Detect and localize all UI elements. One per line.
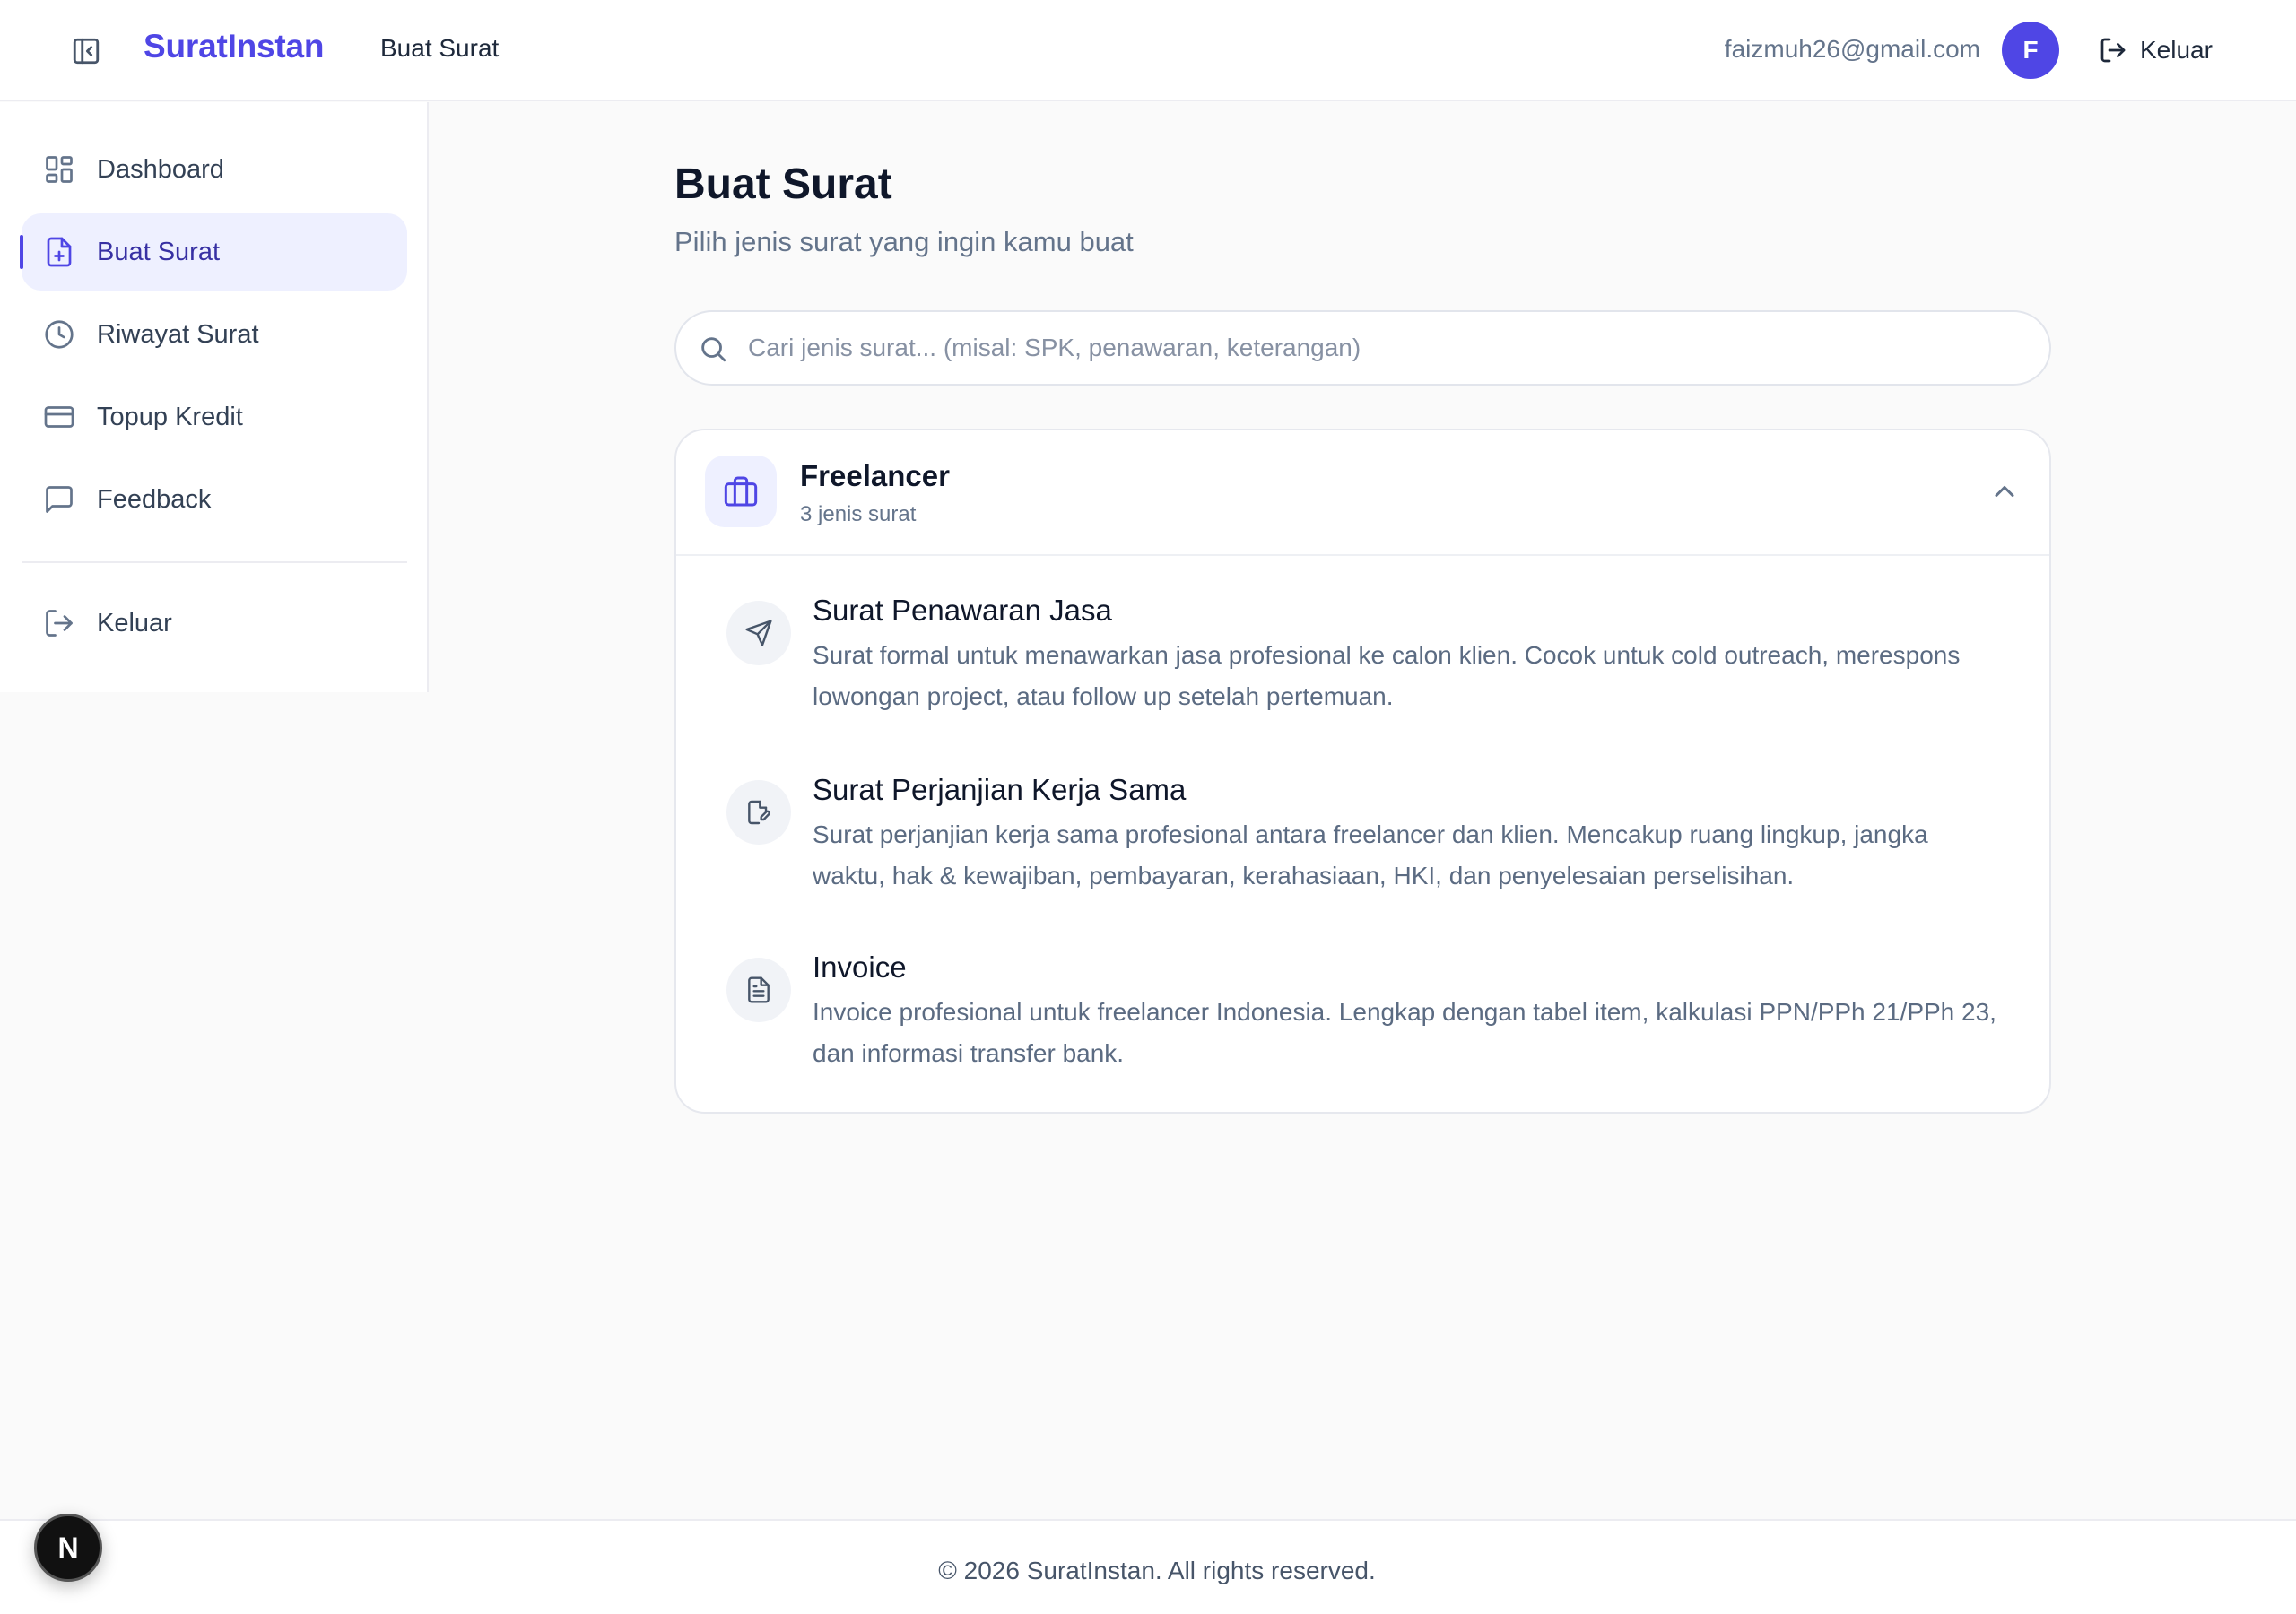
category-count: 3 jenis surat xyxy=(800,502,917,526)
header-page-title: Buat Surat xyxy=(380,34,500,62)
file-edit-icon xyxy=(726,780,791,845)
page-subtitle: Pilih jenis surat yang ingin kamu buat xyxy=(674,226,1134,257)
search-icon xyxy=(701,337,726,362)
item-title: Invoice xyxy=(813,950,907,984)
sidebar-item-keluar[interactable]: Keluar xyxy=(22,585,407,662)
list-item[interactable]: Surat Penawaran Jasa Surat formal untuk … xyxy=(726,594,2027,728)
item-title: Surat Perjanjian Kerja Sama xyxy=(813,773,1187,806)
dashboard-icon xyxy=(46,156,73,183)
sidebar-item-label: Buat Surat xyxy=(97,237,221,266)
item-description: Surat perjanjian kerja sama profesional … xyxy=(813,820,1928,889)
list-item[interactable]: Surat Perjanjian Kerja Sama Surat perjan… xyxy=(726,773,2027,907)
footer-copyright: © 2026 SuratInstan. All rights reserved. xyxy=(938,1557,1376,1584)
search-input[interactable] xyxy=(748,325,2022,371)
avatar[interactable]: F xyxy=(2002,22,2059,79)
panel-left-icon xyxy=(73,38,100,65)
top-header: SuratInstan Buat Surat faizmuh26@gmail.c… xyxy=(0,0,2296,101)
sidebar-item-topup-kredit[interactable]: Topup Kredit xyxy=(22,378,407,456)
sidebar-item-buat-surat[interactable]: Buat Surat xyxy=(20,213,407,291)
message-square-icon xyxy=(46,486,73,513)
send-icon xyxy=(726,601,791,665)
item-title: Surat Penawaran Jasa xyxy=(813,594,1112,627)
logout-label: Keluar xyxy=(2140,36,2213,64)
sidebar-item-riwayat-surat[interactable]: Riwayat Surat xyxy=(22,296,407,373)
search-bar xyxy=(674,310,2051,386)
item-description: Invoice profesional untuk freelancer Ind… xyxy=(813,998,1996,1067)
credit-card-icon xyxy=(44,406,74,428)
category-name: Freelancer xyxy=(800,459,950,492)
list-item[interactable]: Invoice Invoice profesional untuk freela… xyxy=(726,950,2027,1085)
file-text-icon xyxy=(726,958,791,1022)
sidebar-toggle-button[interactable] xyxy=(65,30,108,73)
logout-button[interactable]: Keluar xyxy=(2099,27,2213,74)
dev-tools-badge[interactable]: N xyxy=(34,1514,102,1582)
sidebar-item-label: Keluar xyxy=(97,608,172,638)
sidebar-divider xyxy=(22,561,407,563)
sidebar-item-feedback[interactable]: Feedback xyxy=(22,461,407,538)
chevron-up-icon[interactable] xyxy=(1988,475,2021,508)
clock-icon xyxy=(45,320,74,349)
category-header[interactable]: Freelancer 3 jenis surat xyxy=(676,430,2049,556)
category-card: Freelancer 3 jenis surat Surat Penawaran… xyxy=(674,429,2051,1114)
sidebar: Dashboard Buat Surat Riwayat Surat Topup… xyxy=(0,102,429,692)
page-title: Buat Surat xyxy=(674,161,892,208)
user-email: faizmuh26@gmail.com xyxy=(1724,35,1980,63)
logout-icon xyxy=(2100,38,2126,63)
active-indicator xyxy=(20,235,23,269)
file-plus-icon xyxy=(47,237,72,267)
sidebar-item-label: Topup Kredit xyxy=(97,402,243,431)
sidebar-item-label: Riwayat Surat xyxy=(97,319,259,349)
briefcase-icon xyxy=(705,456,777,527)
item-description: Surat formal untuk menawarkan jasa profe… xyxy=(813,641,1961,710)
sidebar-item-label: Dashboard xyxy=(97,154,224,184)
sidebar-item-dashboard[interactable]: Dashboard xyxy=(22,131,407,208)
footer: © 2026 SuratInstan. All rights reserved. xyxy=(0,1519,2296,1614)
logout-icon xyxy=(46,610,73,637)
brand-logo[interactable]: SuratInstan xyxy=(144,28,325,65)
sidebar-item-label: Feedback xyxy=(97,484,212,514)
